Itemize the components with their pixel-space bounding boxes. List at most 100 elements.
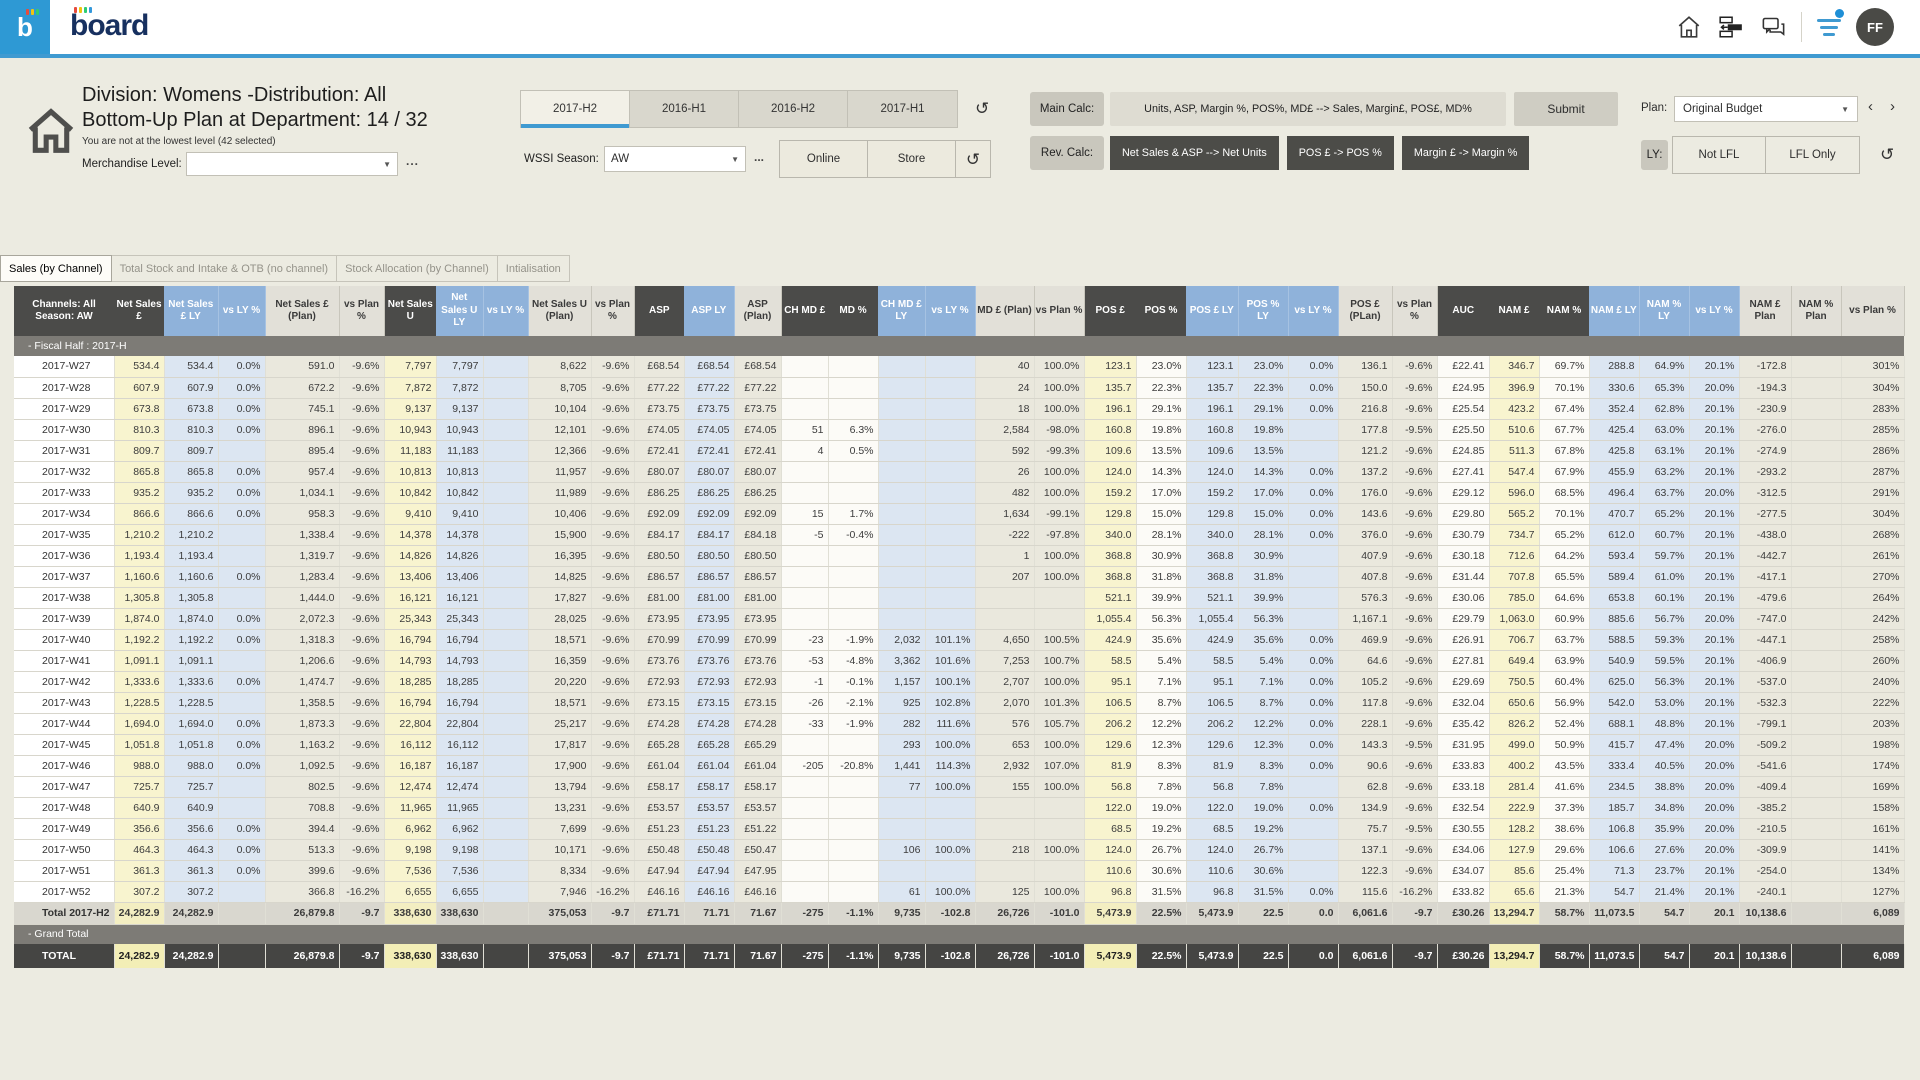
cell[interactable]: 59.5% (1639, 650, 1690, 672)
cell[interactable] (1791, 461, 1842, 483)
cell[interactable]: 71.71 (684, 944, 735, 968)
capsule-flow-icon[interactable] (1717, 13, 1745, 41)
cell[interactable]: -747.0 (1739, 608, 1792, 630)
cell[interactable]: 285% (1841, 419, 1905, 441)
cell[interactable]: 424.9 (1084, 629, 1137, 651)
cell[interactable]: £68.54 (734, 356, 782, 378)
cell[interactable]: 54.7 (1589, 881, 1640, 903)
cell[interactable]: 19.2% (1238, 818, 1289, 840)
cell[interactable]: £58.17 (684, 776, 735, 798)
cell[interactable] (1791, 839, 1842, 861)
cell[interactable]: 988.0 (164, 755, 219, 777)
cell[interactable]: £77.22 (734, 377, 782, 399)
cell[interactable]: 47.4% (1639, 734, 1690, 756)
cell[interactable]: 0.0% (1288, 503, 1339, 525)
cell[interactable]: £34.07 (1437, 860, 1490, 882)
cell[interactable]: 115.6 (1338, 881, 1393, 903)
cell[interactable]: 5,473.9 (1186, 902, 1239, 925)
cell[interactable]: 0.0% (1288, 398, 1339, 420)
cell[interactable] (483, 398, 529, 420)
cell[interactable]: 607.9 (114, 377, 165, 399)
cell[interactable]: 22.5% (1136, 944, 1187, 968)
cell[interactable]: 6.3% (828, 419, 879, 441)
cell[interactable]: 1,160.6 (114, 566, 165, 588)
store-button[interactable]: Store (868, 141, 956, 177)
cell[interactable]: 143.3 (1338, 734, 1393, 756)
cell[interactable]: £80.50 (684, 545, 735, 567)
sheet-tab-3[interactable]: Stock Allocation (by Channel) (337, 255, 498, 282)
plan-next-icon[interactable]: › (1890, 98, 1895, 115)
cell[interactable]: 612.0 (1589, 524, 1640, 546)
cell[interactable]: 28.1% (1238, 524, 1289, 546)
cell[interactable]: 141% (1841, 839, 1905, 861)
cell[interactable]: 20.0% (1689, 482, 1740, 504)
cell[interactable]: 455.9 (1589, 461, 1640, 483)
cell[interactable]: 286% (1841, 440, 1905, 462)
cell[interactable] (1288, 440, 1339, 462)
cell[interactable]: 352.4 (1589, 398, 1640, 420)
cell[interactable]: -9.6% (339, 503, 385, 525)
cell[interactable]: £72.93 (734, 671, 782, 693)
cell[interactable]: 540.9 (1589, 650, 1640, 672)
cell[interactable]: 1,210.2 (114, 524, 165, 546)
cell[interactable]: 228.1 (1338, 713, 1393, 735)
cell[interactable]: £50.47 (734, 839, 782, 861)
tab-2016-h1[interactable]: 2016-H1 (630, 91, 739, 127)
cell[interactable]: 75.7 (1338, 818, 1393, 840)
cell[interactable]: -9.6% (1392, 755, 1438, 777)
cell[interactable]: 41.6% (1539, 776, 1590, 798)
cell[interactable]: 1,206.6 (265, 650, 340, 672)
cell[interactable]: -9.6% (591, 524, 635, 546)
channel-refresh-icon[interactable]: ↺ (966, 151, 980, 168)
cell[interactable]: 1,228.5 (164, 692, 219, 714)
cell[interactable]: 127.9 (1489, 839, 1540, 861)
cell[interactable] (1288, 545, 1339, 567)
cell[interactable]: 712.6 (1489, 545, 1540, 567)
chat-icon[interactable] (1759, 13, 1787, 41)
cell[interactable]: -312.5 (1739, 482, 1792, 504)
cell[interactable]: 25,343 (384, 608, 437, 630)
cell[interactable]: -9.6% (339, 692, 385, 714)
cell[interactable]: 127% (1841, 881, 1905, 903)
cell[interactable]: 596.0 (1489, 482, 1540, 504)
cell[interactable] (483, 944, 529, 968)
cell[interactable]: 4,650 (975, 629, 1035, 651)
cell[interactable]: 69.7% (1539, 356, 1590, 378)
cell[interactable]: 37.3% (1539, 797, 1590, 819)
cell[interactable]: 7,536 (384, 860, 437, 882)
cell[interactable]: 6,061.6 (1338, 902, 1393, 925)
cell[interactable]: -9.6% (339, 650, 385, 672)
cell[interactable]: £73.76 (684, 650, 735, 672)
cell[interactable]: -9.6% (339, 419, 385, 441)
cell[interactable] (878, 818, 926, 840)
cell[interactable] (878, 482, 926, 504)
cell[interactable] (483, 839, 529, 861)
cell[interactable]: 40 (975, 356, 1035, 378)
cell[interactable]: 24,282.9 (164, 944, 219, 968)
cell[interactable]: 8,334 (528, 860, 592, 882)
cell[interactable] (1791, 671, 1842, 693)
cell[interactable] (1791, 356, 1842, 378)
cell[interactable]: £46.16 (734, 881, 782, 903)
cell[interactable]: -9.6% (591, 776, 635, 798)
cell[interactable]: -9.6% (339, 377, 385, 399)
cell[interactable]: £30.18 (1437, 545, 1490, 567)
cell[interactable]: 58.5 (1084, 650, 1137, 672)
cell[interactable]: 20.0% (1689, 797, 1740, 819)
cell[interactable]: £73.15 (634, 692, 685, 714)
cell[interactable] (218, 944, 266, 968)
cell[interactable] (1791, 860, 1842, 882)
cell[interactable]: 100.0% (1034, 482, 1085, 504)
cell[interactable]: -9.6% (591, 356, 635, 378)
cell[interactable] (218, 440, 266, 462)
cell[interactable] (925, 503, 976, 525)
cell[interactable]: 26.7% (1136, 839, 1187, 861)
cell[interactable]: 688.1 (1589, 713, 1640, 735)
cell[interactable]: 15 (781, 503, 829, 525)
cell[interactable]: 65.2% (1539, 524, 1590, 546)
cell[interactable]: -102.8 (925, 944, 976, 968)
cell[interactable] (483, 440, 529, 462)
cell[interactable]: 20.1% (1689, 419, 1740, 441)
cell[interactable] (483, 818, 529, 840)
cell[interactable]: £53.57 (684, 797, 735, 819)
